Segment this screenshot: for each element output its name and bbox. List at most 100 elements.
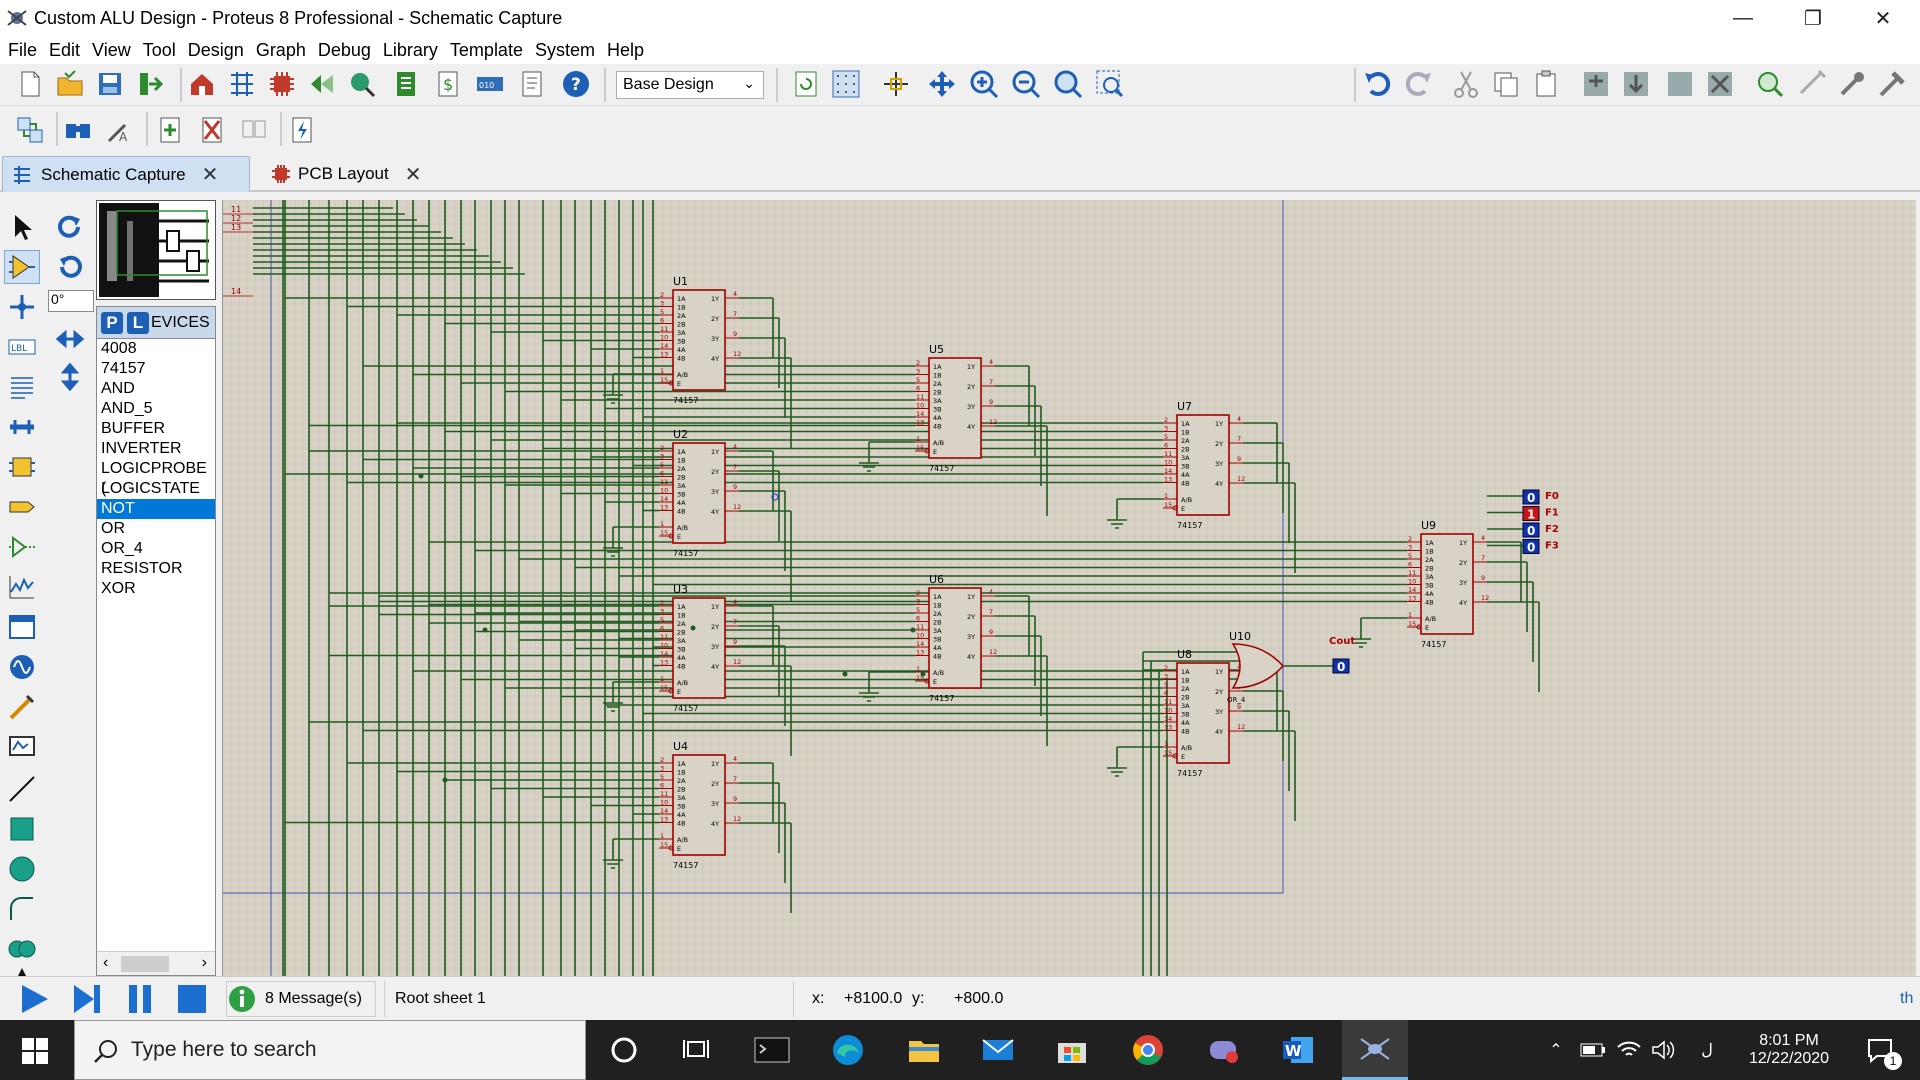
device-item[interactable]: LOGICPROBE ( bbox=[97, 459, 215, 497]
wire-label-icon[interactable]: LBL bbox=[4, 330, 40, 364]
notification-center[interactable]: 1 bbox=[1856, 1020, 1906, 1080]
property-tool-icon[interactable]: A bbox=[104, 114, 136, 146]
netlist-icon[interactable] bbox=[14, 114, 46, 146]
new-sheet-icon[interactable] bbox=[154, 114, 186, 146]
block-rotate-icon[interactable] bbox=[1664, 68, 1696, 100]
grid-toggle-icon[interactable] bbox=[830, 68, 862, 100]
text-script-icon[interactable] bbox=[4, 370, 40, 404]
device-item[interactable]: OR_4 bbox=[97, 539, 215, 559]
pick-device-button[interactable]: P bbox=[101, 311, 123, 334]
redo-icon[interactable] bbox=[1402, 68, 1434, 100]
scroll-left-icon[interactable]: ‹ bbox=[103, 954, 108, 972]
terminal-app-icon[interactable] bbox=[752, 1030, 792, 1070]
new-file-icon[interactable] bbox=[14, 68, 46, 100]
cortana-icon[interactable] bbox=[604, 1030, 644, 1070]
device-item[interactable]: BUFFER bbox=[97, 419, 215, 439]
generator-icon[interactable] bbox=[4, 650, 40, 684]
copy-icon[interactable] bbox=[1490, 68, 1522, 100]
scroll-thumb[interactable] bbox=[121, 956, 169, 972]
help-icon[interactable]: ? bbox=[560, 68, 592, 100]
menu-view[interactable]: View bbox=[92, 40, 131, 61]
cost-icon[interactable]: $ bbox=[432, 68, 464, 100]
buses-icon[interactable] bbox=[4, 410, 40, 444]
home-icon[interactable] bbox=[186, 68, 218, 100]
bom-icon[interactable] bbox=[390, 68, 422, 100]
tape-recorder-icon[interactable] bbox=[4, 610, 40, 644]
notes-icon[interactable] bbox=[516, 68, 548, 100]
block-delete-icon[interactable] bbox=[1704, 68, 1736, 100]
schematic-icon[interactable] bbox=[226, 68, 258, 100]
arc-tool-icon[interactable] bbox=[4, 892, 40, 926]
device-item[interactable]: 4008 bbox=[97, 339, 215, 359]
variant-select[interactable]: Base Design ⌄ bbox=[616, 71, 764, 99]
battery-icon[interactable] bbox=[1578, 1020, 1608, 1080]
more-tools-icon[interactable] bbox=[4, 968, 40, 976]
junction-dot-icon[interactable] bbox=[4, 290, 40, 324]
file-explorer-icon[interactable] bbox=[904, 1030, 944, 1070]
close-tab-icon[interactable]: ✕ bbox=[405, 162, 422, 187]
menu-help[interactable]: Help bbox=[607, 40, 644, 61]
device-item[interactable]: 74157 bbox=[97, 359, 215, 379]
device-item[interactable]: INVERTER bbox=[97, 439, 215, 459]
menu-file[interactable]: File bbox=[8, 40, 37, 61]
windows-start-icon[interactable] bbox=[20, 1036, 50, 1066]
block-copy-icon[interactable] bbox=[1580, 68, 1612, 100]
show-hidden-icons-icon[interactable]: ⌃ bbox=[1542, 1020, 1570, 1080]
mail-icon[interactable] bbox=[978, 1030, 1018, 1070]
restore-button[interactable]: ❐ bbox=[1778, 0, 1848, 36]
chrome-icon[interactable] bbox=[1128, 1030, 1168, 1070]
close-button[interactable]: ✕ bbox=[1848, 0, 1918, 36]
play-icon[interactable] bbox=[18, 983, 52, 1015]
voltage-probe-icon[interactable] bbox=[4, 690, 40, 724]
terminals-icon[interactable] bbox=[4, 490, 40, 524]
rotate-clockwise-icon[interactable] bbox=[52, 212, 88, 246]
subcircuit-icon[interactable] bbox=[4, 450, 40, 484]
remove-sheet-icon[interactable] bbox=[196, 114, 228, 146]
mirror-horizontal-icon[interactable] bbox=[52, 322, 88, 356]
rotation-angle-input[interactable]: 0° bbox=[48, 290, 94, 312]
line-tool-icon[interactable] bbox=[4, 772, 40, 806]
3d-viewer-icon[interactable] bbox=[306, 68, 338, 100]
circle-tool-icon[interactable] bbox=[4, 852, 40, 886]
store-icon[interactable] bbox=[1052, 1030, 1092, 1070]
pan-icon[interactable] bbox=[926, 68, 958, 100]
undo-icon[interactable] bbox=[1362, 68, 1394, 100]
pause-icon[interactable] bbox=[124, 983, 158, 1015]
messages-button[interactable]: 8 Message(s) bbox=[226, 981, 376, 1017]
word-icon[interactable]: W bbox=[1278, 1030, 1318, 1070]
device-item[interactable]: RESISTOR bbox=[97, 559, 215, 579]
menu-library[interactable]: Library bbox=[383, 40, 438, 61]
device-item[interactable]: AND bbox=[97, 379, 215, 399]
menu-tool[interactable]: Tool bbox=[143, 40, 176, 61]
wifi-icon[interactable] bbox=[1614, 1020, 1644, 1080]
device-list-scrollbar[interactable]: ‹ › bbox=[97, 951, 215, 975]
erc-report-icon[interactable] bbox=[286, 114, 318, 146]
step-icon[interactable] bbox=[70, 983, 104, 1015]
menu-design[interactable]: Design bbox=[188, 40, 244, 61]
rotate-anticlockwise-icon[interactable] bbox=[52, 252, 88, 286]
save-icon[interactable] bbox=[94, 68, 126, 100]
mirror-vertical-icon[interactable] bbox=[52, 360, 88, 394]
device-pins-icon[interactable] bbox=[4, 530, 40, 564]
device-item[interactable]: OR bbox=[97, 519, 215, 539]
zoom-out-icon[interactable] bbox=[1010, 68, 1042, 100]
make-device-icon[interactable] bbox=[1796, 68, 1828, 100]
menu-template[interactable]: Template bbox=[450, 40, 523, 61]
pick-parts-icon[interactable] bbox=[1754, 68, 1786, 100]
path-tool-icon[interactable] bbox=[4, 932, 40, 966]
menu-debug[interactable]: Debug bbox=[318, 40, 371, 61]
vsm-studio-icon[interactable]: 010 bbox=[474, 68, 506, 100]
library-manager-button[interactable]: L bbox=[127, 311, 149, 334]
taskbar-search-box[interactable]: Type here to search bbox=[74, 1020, 586, 1080]
schematic-drawing[interactable]: 11121314U1741571A21B32A52B63A113B104A144… bbox=[223, 200, 1916, 976]
refresh-icon[interactable] bbox=[790, 68, 822, 100]
input-language[interactable]: ل bbox=[1692, 1020, 1722, 1080]
block-move-icon[interactable] bbox=[1620, 68, 1652, 100]
search-parts-icon[interactable] bbox=[62, 114, 94, 146]
box-tool-icon[interactable] bbox=[4, 812, 40, 846]
virtual-instruments-icon[interactable] bbox=[4, 730, 40, 764]
paste-icon[interactable] bbox=[1530, 68, 1562, 100]
device-item[interactable]: XOR bbox=[97, 579, 215, 599]
graph-mode-icon[interactable] bbox=[4, 570, 40, 604]
zoom-area-icon[interactable] bbox=[1094, 68, 1126, 100]
